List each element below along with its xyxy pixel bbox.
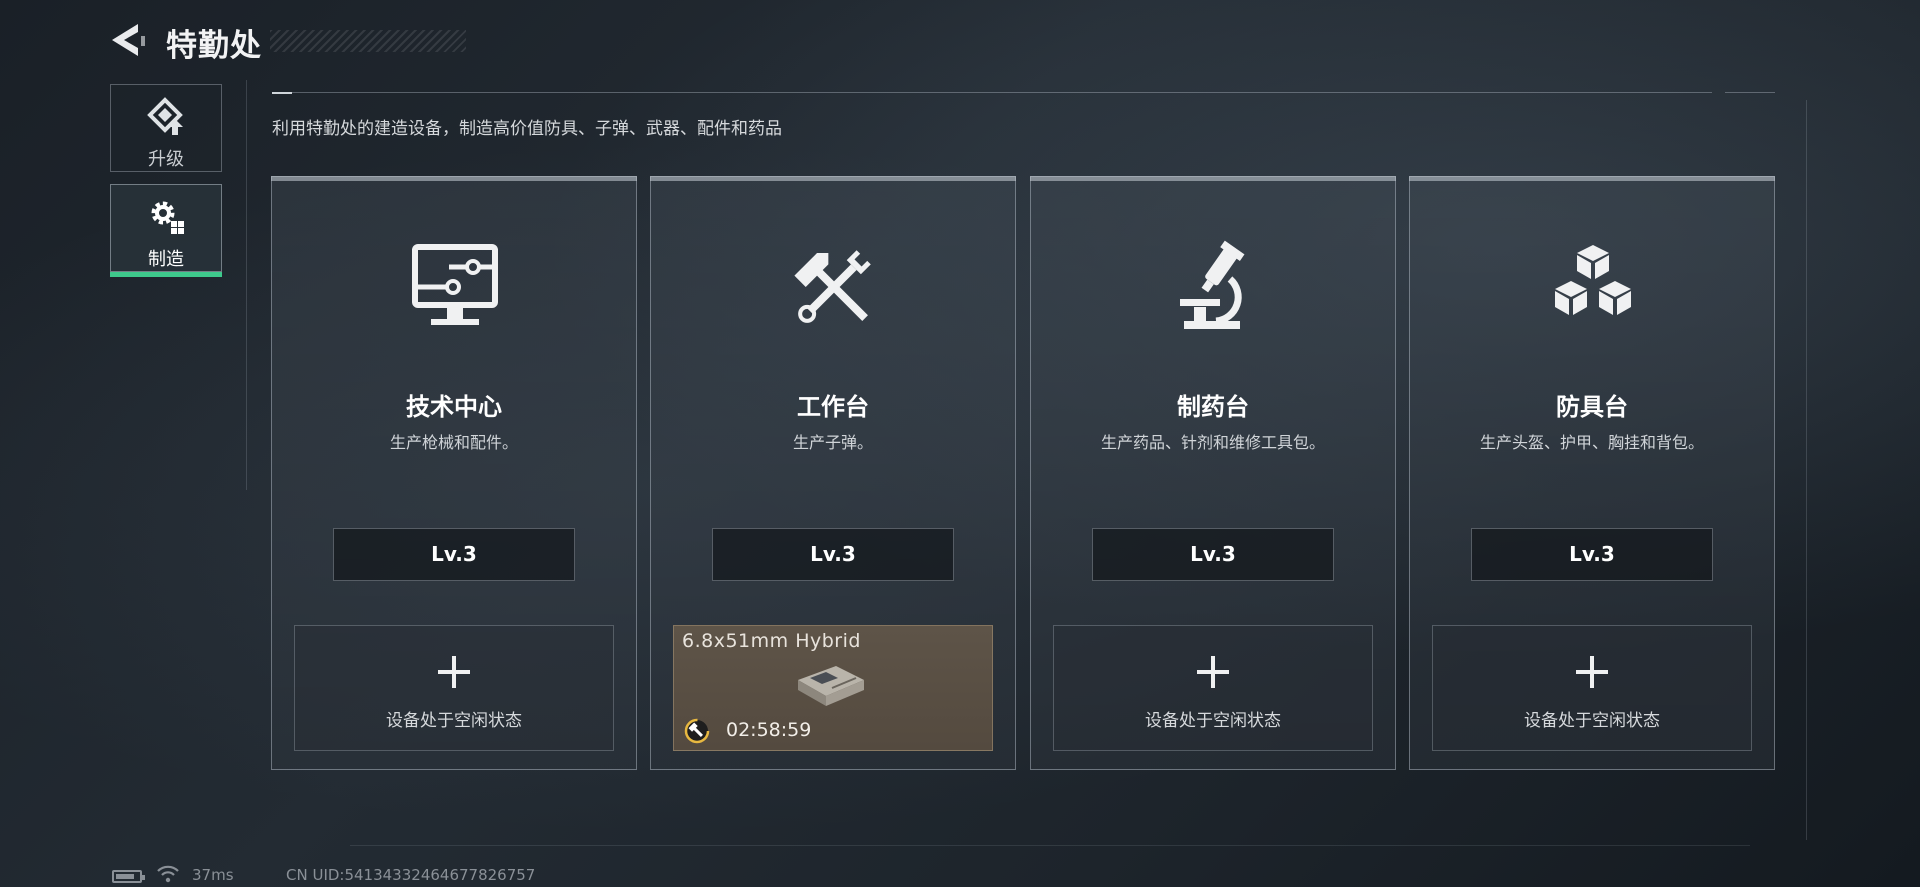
card-description: 生产药品、针剂和维修工具包。	[1100, 433, 1325, 452]
page-description: 利用特勤处的建造设备，制造高价值防具、子弹、武器、配件和药品	[272, 119, 782, 139]
card-description: 生产子弹。	[792, 433, 873, 452]
page-title: 特勤处	[166, 28, 262, 64]
upgrade-icon	[147, 97, 183, 135]
slot-idle-text: 设备处于空闲状态	[386, 711, 522, 731]
divider-right	[1725, 92, 1775, 93]
monitor-circuit-icon	[412, 244, 498, 325]
wifi-icon	[157, 865, 179, 883]
manufacture-gears-icon	[151, 201, 184, 234]
production-slot[interactable]: 设备处于空闲状态	[1053, 625, 1373, 751]
stacked-boxes-icon	[1555, 245, 1631, 315]
back-button[interactable]	[108, 22, 148, 58]
card-armor-bench[interactable]: 防具台 生产头盔、护甲、胸挂和背包。 Lv.3 设备处于空闲状态	[1409, 176, 1775, 770]
divider-accent	[272, 92, 292, 94]
card-top-bar	[1409, 176, 1775, 181]
card-description: 生产头盔、护甲、胸挂和背包。	[1479, 433, 1704, 452]
title-decoration	[270, 30, 466, 52]
plus-icon	[1197, 656, 1229, 688]
card-pharmacy[interactable]: 制药台 生产药品、针剂和维修工具包。 Lv.3 设备处于空闲状态	[1030, 176, 1396, 770]
card-top-bar	[1030, 176, 1396, 181]
level-badge: Lv.3	[1092, 528, 1334, 581]
left-guide-line	[246, 80, 247, 490]
microscope-icon	[1180, 240, 1245, 329]
production-slot[interactable]: 设备处于空闲状态	[294, 625, 614, 751]
production-slot-active[interactable]: 6.8x51mm Hybrid 02:58:59	[673, 625, 993, 751]
card-workbench[interactable]: 工作台 生产子弹。 Lv.3 6.8x51mm Hybrid 02:58:59	[650, 176, 1016, 770]
tab-upgrade[interactable]: 升级	[110, 84, 222, 172]
card-description: 生产枪械和配件。	[389, 433, 518, 452]
card-title: 工作台	[797, 393, 869, 421]
active-tab-indicator	[110, 272, 222, 277]
card-tech-center[interactable]: 技术中心 生产枪械和配件。 Lv.3 设备处于空闲状态	[271, 176, 637, 770]
right-guide-line	[1806, 100, 1807, 840]
card-top-bar	[271, 176, 637, 181]
card-title: 制药台	[1177, 393, 1249, 421]
production-slot[interactable]: 设备处于空闲状态	[1432, 625, 1752, 751]
header-divider	[272, 92, 1712, 93]
slot-idle-text: 设备处于空闲状态	[1145, 711, 1281, 731]
ping-readout: 37ms	[192, 866, 234, 884]
plus-icon	[1576, 656, 1608, 688]
crafting-timer: 02:58:59	[726, 719, 812, 741]
tab-upgrade-label: 升级	[148, 149, 184, 170]
slot-idle-text: 设备处于空闲状态	[1524, 711, 1660, 731]
hammer-wrench-icon	[794, 250, 871, 323]
ammo-box-icon	[798, 666, 864, 706]
back-arrow-icon	[112, 24, 145, 56]
tab-manufacture[interactable]: 制造	[110, 184, 222, 277]
card-title: 技术中心	[406, 393, 502, 421]
wrench-timer-icon	[684, 718, 710, 744]
battery-icon	[112, 870, 145, 883]
card-title: 防具台	[1556, 393, 1628, 421]
card-top-bar	[650, 176, 1016, 181]
bottom-guide-line	[350, 845, 1750, 846]
plus-icon	[438, 656, 470, 688]
level-badge: Lv.3	[1471, 528, 1713, 581]
tab-manufacture-label: 制造	[148, 249, 184, 270]
crafting-item-name: 6.8x51mm Hybrid	[682, 630, 861, 652]
level-badge: Lv.3	[712, 528, 954, 581]
user-uid: CN UID:541343324646778267​57	[286, 866, 536, 884]
level-badge: Lv.3	[333, 528, 575, 581]
